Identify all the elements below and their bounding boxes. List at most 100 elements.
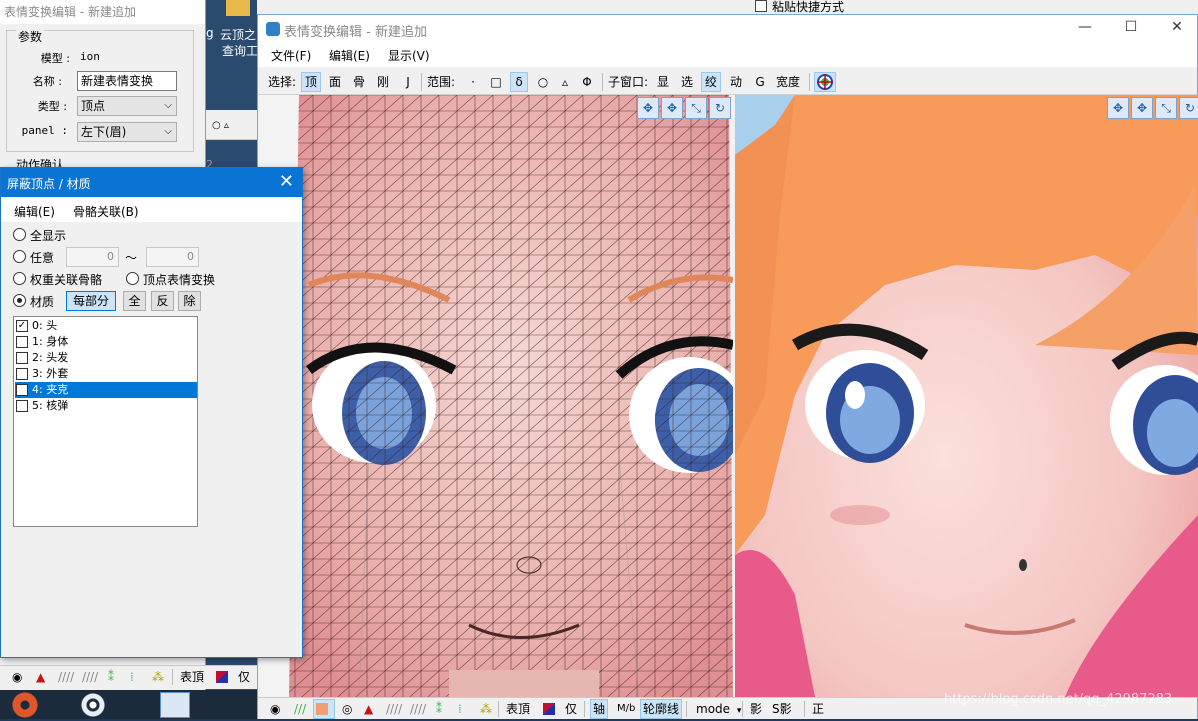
green-hatch-icon[interactable]: /// [292,699,308,719]
material-color-icon[interactable] [543,703,555,715]
weight-bones-radio[interactable] [13,272,26,285]
material-list-item[interactable]: 2: 头发 [15,350,197,366]
orange-square-icon[interactable] [313,699,335,719]
remove-button[interactable]: 除 [178,291,201,311]
gray-hatch2-icon[interactable]: //// [408,699,428,719]
outline-button[interactable]: 轮廓线 [640,699,683,719]
menu-file[interactable]: 文件(F) [271,47,311,64]
range-phi-button[interactable]: Φ [578,72,596,92]
main-titlebar[interactable]: 表情变换编辑 - 新建追加 — ☐ ✕ [258,15,1197,43]
minimize-button[interactable]: — [1070,19,1100,39]
dialog-menu-edit[interactable]: 编辑(E) [14,203,55,220]
target-icon[interactable] [814,72,836,92]
teal-bone-icon[interactable]: ⁞ [128,667,136,687]
surface-top-button[interactable]: 表頂 [178,667,206,687]
invert-button[interactable]: 反 [151,291,174,311]
yellow-joint-icon[interactable]: ⁂ [478,699,494,719]
show-all-radio[interactable] [13,228,26,241]
green-bone-icon[interactable]: ⁑ [106,667,116,687]
select-bone-button[interactable]: 骨 [350,72,368,92]
yellow-joint-icon[interactable]: ⁂ [150,667,166,687]
name-input[interactable]: 新建表情变换 [77,71,177,91]
steam-icon[interactable] [78,692,108,718]
vertex-morph-radio[interactable] [126,272,139,285]
panel-select[interactable]: 左下(眉) ⌵ [77,122,177,142]
taskbar-app-orange-icon[interactable] [10,692,40,718]
material-color-icon[interactable] [216,671,228,683]
select-face-button[interactable]: 面 [326,72,344,92]
type-select[interactable]: 顶点 ⌵ [77,96,177,116]
select-all-button[interactable]: 全 [123,291,146,311]
material-list-item[interactable]: 1: 身体 [15,334,197,350]
range-circle-button[interactable]: ○ [534,72,552,92]
wireframe-viewport[interactable]: ✥ ✥ ⤡ ↻ [259,95,733,697]
dialog-titlebar[interactable]: 屏蔽顶点 / 材质 ✕ [1,168,302,197]
material-checkbox[interactable] [16,352,28,364]
subwindow-width-button[interactable]: 宽度 [773,72,803,92]
taskbar-app-blue-icon[interactable] [160,692,190,718]
move-view-icon[interactable]: ✥ [1107,97,1129,119]
material-list-item[interactable]: 4: 夹克 [15,382,197,398]
material-checkbox[interactable] [16,368,28,380]
range-to-input[interactable]: 0 [146,247,199,267]
pan-view-icon[interactable]: ✥ [661,97,683,119]
positive-button[interactable]: 正 [810,699,826,719]
dialog-menu-bone-link[interactable]: 骨骼关联(B) [73,203,139,220]
point-icon[interactable]: ◉ [10,667,24,687]
material-checkbox[interactable] [16,336,28,348]
select-rigid-button[interactable]: 刚 [374,72,392,92]
range-from-input[interactable]: 0 [66,247,119,267]
zoom-view-icon[interactable]: ⤡ [1155,97,1177,119]
mode-dropdown[interactable]: mode ▾ [694,699,743,719]
subwindow-g-button[interactable]: G [751,72,769,92]
select-joint-button[interactable]: J [399,72,417,92]
self-shadow-button[interactable]: S影 [770,699,794,719]
gray-hatch2-icon[interactable]: //// [80,667,100,687]
range-triangle-button[interactable]: ▵ [556,72,574,92]
gray-hatch-icon[interactable]: //// [56,667,76,687]
teal-bone-icon[interactable]: ⁞ [456,699,464,719]
material-list[interactable]: ✓ 0: 头 1: 身体 2: 头发 3: 外套 4: 夹克 5: 核弹 [13,316,198,527]
green-bone-icon[interactable]: ⁑ [434,699,444,719]
only-button[interactable]: 仅 [563,699,579,719]
material-list-item[interactable]: 5: 核弹 [15,398,197,414]
red-triangle-icon[interactable]: ▲ [362,699,375,719]
subwindow-select-button[interactable]: 选 [678,72,696,92]
shadow-button[interactable]: 影 [748,699,764,719]
close-icon[interactable]: ✕ [279,171,294,192]
material-list-item[interactable]: ✓ 0: 头 [15,318,197,334]
range-point-button[interactable]: · [464,72,482,92]
gray-hatch-icon[interactable]: //// [384,699,404,719]
material-checkbox[interactable] [16,400,28,412]
subwindow-filter-button[interactable]: 绞 [701,72,722,92]
arbitrary-radio[interactable] [13,250,26,263]
material-checkbox[interactable] [16,384,28,396]
only-button[interactable]: 仅 [236,667,252,687]
mb-button[interactable]: M/b [615,699,637,719]
material-radio[interactable] [13,294,26,307]
rotate-view-icon[interactable]: ↻ [1179,97,1198,119]
render-viewport[interactable]: ✥ ✥ ⤡ ↻ [735,95,1198,697]
menu-view[interactable]: 显示(V) [388,47,430,64]
paste-shortcut-label[interactable]: 粘贴快捷方式 [772,0,844,15]
select-vertex-button[interactable]: 顶 [301,72,322,92]
maximize-button[interactable]: ☐ [1116,19,1146,39]
move-view-icon[interactable]: ✥ [637,97,659,119]
circle-icon[interactable]: ◎ [340,699,354,719]
zoom-view-icon[interactable]: ⤡ [685,97,707,119]
per-part-button[interactable]: 每部分 [66,291,116,311]
close-button[interactable]: ✕ [1162,19,1192,39]
range-delta-button[interactable]: δ [510,72,528,92]
material-list-item[interactable]: 3: 外套 [15,366,197,382]
rotate-view-icon[interactable]: ↻ [709,97,731,119]
surface-top-button[interactable]: 表頂 [504,699,532,719]
subwindow-show-button[interactable]: 显 [654,72,672,92]
range-rect-button[interactable]: □ [487,72,505,92]
desktop-folder-icon[interactable] [226,0,250,16]
point-icon[interactable]: ◉ [268,699,282,719]
axis-button[interactable]: 轴 [590,699,609,719]
menu-edit[interactable]: 编辑(E) [329,47,370,64]
subwindow-motion-button[interactable]: 动 [727,72,745,92]
red-triangle-icon[interactable]: ▲ [34,667,47,687]
pan-view-icon[interactable]: ✥ [1131,97,1153,119]
